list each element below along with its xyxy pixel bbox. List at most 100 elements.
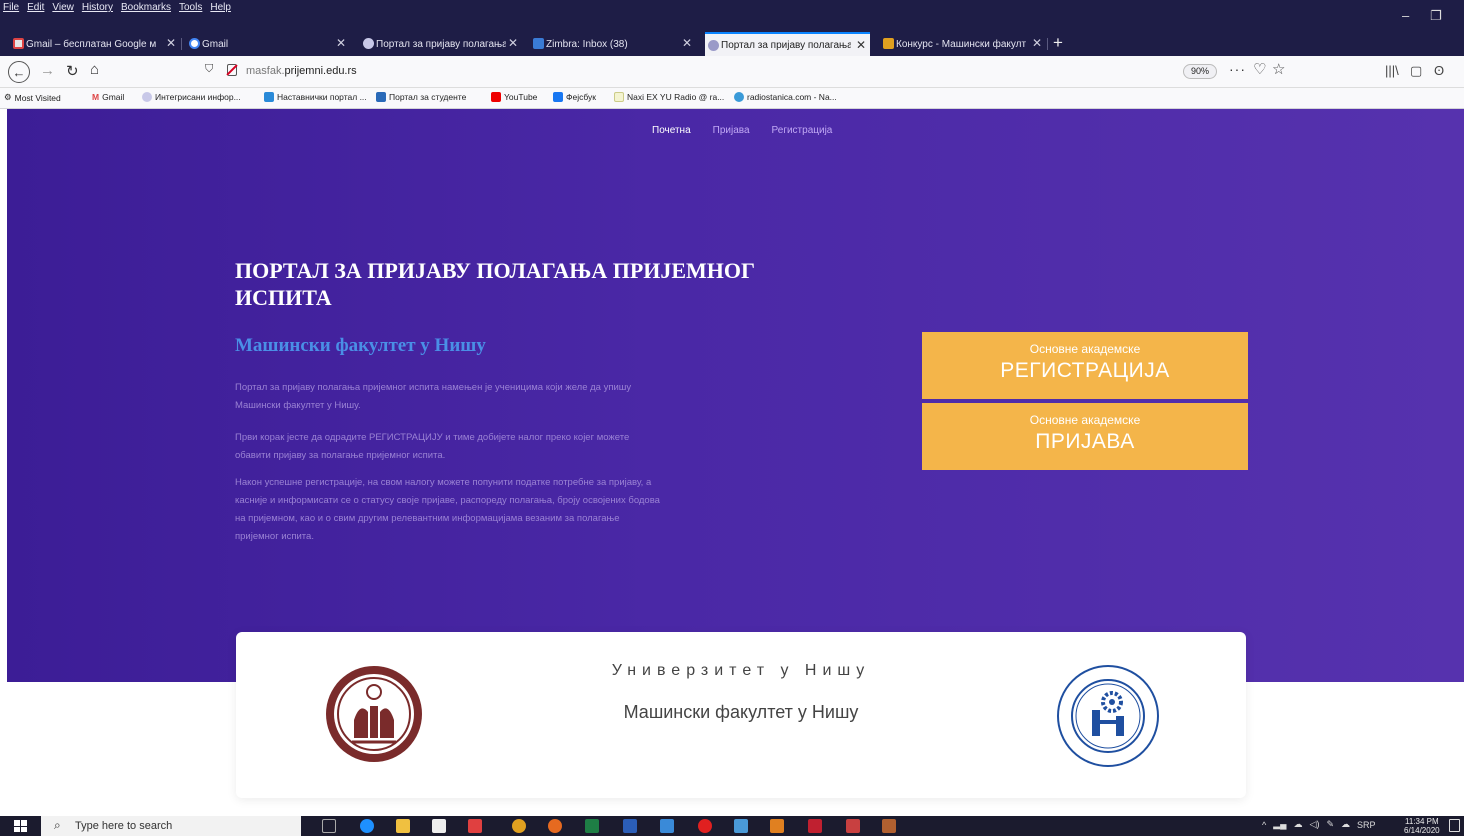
menu-file[interactable]: File [3,2,19,13]
onedrive-icon[interactable]: ☁ [1341,819,1350,830]
portal-favicon-icon [264,92,274,102]
registration-button-label: РЕГИСТРАЦИЈА [1000,359,1170,382]
app-icon[interactable] [468,819,482,833]
menu-edit[interactable]: Edit [27,2,44,13]
settings-app-icon[interactable] [846,819,860,833]
page-actions-icon[interactable]: ··· [1229,61,1246,77]
new-tab-icon[interactable]: + [1053,33,1063,53]
facebook-icon [553,92,563,102]
intro-paragraph: Портал за пријаву полагања пријемног исп… [235,382,632,411]
apply-button-label: ПРИЈАВА [1035,430,1135,453]
bookmark-teacher-portal[interactable]: Наставнички портал ... [264,92,367,102]
bookmarks-toolbar: ⚙ Most Visited M Gmail Интегрисани инфор..… [0,88,1464,109]
tab-portal-active[interactable]: Портал за пријаву полагања п ✕ [705,32,870,56]
notifications-icon[interactable] [1449,819,1460,832]
file-explorer-icon[interactable] [396,819,410,833]
app-icon[interactable] [734,819,748,833]
tab-konkurs[interactable]: Конкурс - Машински факулт ✕ [880,32,1046,56]
nav-home-link[interactable]: Почетна [652,125,691,136]
matlab-icon[interactable] [770,819,784,833]
close-tab-icon[interactable]: ✕ [682,36,692,50]
taskbar-search-input[interactable]: ⌕ Type here to search [41,816,301,836]
network-icon[interactable]: ▂▄ [1273,819,1286,830]
close-tab-icon[interactable]: ✕ [508,36,518,50]
clock-date: 6/14/2020 [1404,826,1440,835]
insecure-lock-icon[interactable] [227,64,237,76]
radio-icon [614,92,624,102]
nav-register-link[interactable]: Регистрација [772,125,833,136]
account-icon[interactable]: ʘ [1434,63,1444,78]
menu-help[interactable]: Help [210,2,231,13]
home-icon[interactable]: ⌂ [90,61,99,78]
zoom-level[interactable]: 90% [1183,64,1218,79]
menu-history[interactable]: History [82,2,113,13]
registration-button[interactable]: Основне академске РЕГИСТРАЦИЈА [922,332,1248,399]
library-icon[interactable]: |||\ [1385,63,1399,78]
portal-favicon-icon [363,38,374,49]
joomla-icon [883,38,894,49]
tab-gmail-basic[interactable]: Gmail – бесплатан Google мес ✕ [10,32,180,56]
firefox-icon[interactable] [548,819,562,833]
tab-gmail[interactable]: Gmail ✕ [186,32,350,56]
url-bar[interactable]: ⛉ masfak.prijemni.edu.rs 90% ··· ♡ ☆ [197,60,1292,84]
taskbar-clock[interactable]: 11:34 PM 6/14/2020 [1404,817,1440,835]
winrar-icon[interactable] [882,819,896,833]
menu-view[interactable]: View [52,2,74,13]
portal-favicon-icon [142,92,152,102]
close-tab-icon[interactable]: ✕ [856,38,866,52]
gmail-icon: M [92,92,100,102]
word-icon[interactable] [623,819,637,833]
pen-icon[interactable]: ✎ [1326,819,1334,830]
sidebar-icon[interactable]: ▢ [1410,63,1422,79]
pocket-icon[interactable]: ♡ [1253,60,1266,78]
site-nav: Почетна Пријава Регистрација [652,125,832,136]
shield-icon[interactable]: ⛉ [205,63,213,76]
menu-bookmarks[interactable]: Bookmarks [121,2,171,13]
chevron-up-icon[interactable]: ^ [1262,820,1266,830]
nav-login-link[interactable]: Пријава [713,125,750,136]
navigation-toolbar: ← → ↻ ⌂ ⛉ masfak.prijemni.edu.rs 90% ···… [0,56,1464,88]
volume-icon[interactable]: ◁) [1310,819,1320,830]
close-tab-icon[interactable]: ✕ [1032,36,1042,50]
bookmark-facebook[interactable]: Фејсбук [553,92,596,102]
menu-tools[interactable]: Tools [179,2,202,13]
back-icon[interactable]: ← [8,61,30,83]
windows-start-icon[interactable] [14,820,27,832]
close-tab-icon[interactable]: ✕ [166,36,176,50]
store-icon[interactable] [432,819,446,833]
apply-button[interactable]: Основне академске ПРИЈАВА [922,403,1248,470]
url-text[interactable]: masfak.prijemni.edu.rs [246,65,357,77]
forward-icon[interactable]: → [40,62,55,79]
after-registration-paragraph: Након успешне регистрације, на свом нало… [235,477,660,542]
tab-zimbra[interactable]: Zimbra: Inbox (38) ✕ [530,32,696,56]
bookmark-most-visited[interactable]: ⚙ Most Visited [4,92,61,103]
task-view-icon[interactable] [322,819,336,833]
chrome-icon[interactable] [512,819,526,833]
bookmark-student-portal[interactable]: Портал за студенте [376,92,466,102]
search-icon: ⌕ [54,818,61,832]
zimbra-icon [533,38,544,49]
restore-icon[interactable]: ❐ [1430,8,1442,24]
edge-icon[interactable] [360,819,374,833]
excel-icon[interactable] [585,819,599,833]
bookmark-star-icon[interactable]: ☆ [1272,60,1285,78]
tab-portal-1[interactable]: Портал за пријаву полагања п ✕ [360,32,522,56]
google-icon [189,38,200,49]
bookmark-gmail[interactable]: M Gmail [92,92,124,102]
bookmark-radiostanica[interactable]: radiostanica.com - Na... [734,92,837,102]
system-tray: ^ ▂▄ ☁ ◁) ✎ ☁ SRP [1262,819,1376,830]
acrobat-icon[interactable] [808,819,822,833]
language-indicator[interactable]: SRP [1357,820,1376,830]
bookmark-integrated-info[interactable]: Интегрисани инфор... [142,92,241,102]
clock-time: 11:34 PM [1404,817,1439,826]
bookmark-naxi-radio[interactable]: Naxi EX YU Radio @ ra... [614,92,724,102]
reload-icon[interactable]: ↻ [66,62,79,80]
page-title: ПОРТАЛ ЗА ПРИЈАВУ ПОЛАГАЊА ПРИЈЕМНОГ ИСП… [235,258,756,310]
cloud-icon[interactable]: ☁ [1294,819,1303,830]
opera-icon[interactable] [698,819,712,833]
minimize-icon[interactable]: – [1402,8,1409,23]
close-tab-icon[interactable]: ✕ [336,36,346,50]
bookmark-youtube[interactable]: YouTube [491,92,537,102]
teams-icon[interactable] [660,819,674,833]
portal-favicon-icon [376,92,386,102]
